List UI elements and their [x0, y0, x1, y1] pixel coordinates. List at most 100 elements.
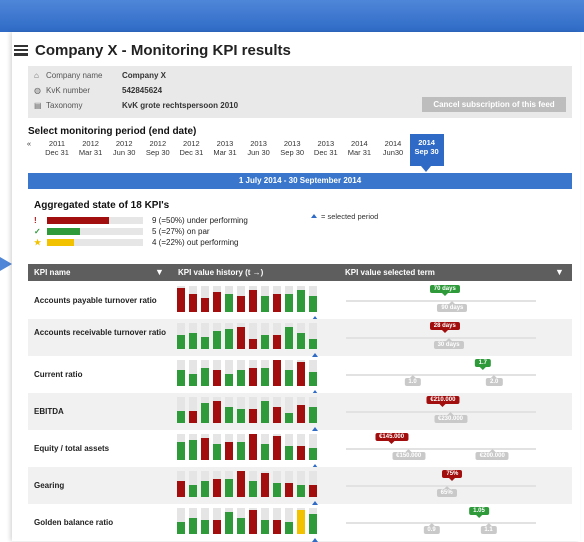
- aggregate-bar-fill: [47, 228, 81, 235]
- history-slot: [213, 471, 221, 497]
- triangle-icon: [311, 214, 317, 218]
- value-marker: €210.000: [426, 396, 460, 407]
- history-slot: [177, 471, 185, 497]
- period-date: Sep 30: [280, 148, 305, 157]
- gauge-track: [346, 448, 536, 450]
- history-column-header: KPI value history (t →): [178, 268, 264, 277]
- table-row[interactable]: Golden balance ratio 1.05 0.9 1.1: [28, 504, 572, 542]
- history-slot: [201, 360, 209, 386]
- gauge-track: [346, 522, 536, 524]
- history-bar: [213, 479, 221, 497]
- period-item[interactable]: 2012 Mar 31: [74, 139, 108, 157]
- period-item[interactable]: 2011 Dec 31: [40, 139, 74, 157]
- history-bar: [249, 481, 257, 497]
- history-bar: [189, 440, 197, 460]
- aggregate-label: 4 (=22%) out performing: [152, 238, 239, 247]
- kpi-history-chart: [177, 471, 320, 505]
- period-item[interactable]: 2012 Sep 30: [141, 139, 175, 157]
- target-marker: 30 days: [433, 338, 464, 349]
- period-item[interactable]: 2012 Dec 31: [174, 139, 208, 157]
- history-slot: [189, 434, 197, 460]
- history-bar: [201, 438, 209, 460]
- history-slot: [177, 360, 185, 386]
- period-item[interactable]: 2013 Jun 30: [242, 139, 276, 157]
- history-slot: [273, 360, 281, 386]
- history-bar: [249, 409, 257, 423]
- history-bar: [225, 407, 233, 423]
- page-title: Company X - Monitoring KPI results: [14, 42, 291, 59]
- history-bar: [309, 407, 317, 423]
- table-row[interactable]: Accounts receivable turnover ratio 28 day…: [28, 319, 572, 357]
- period-item[interactable]: 2012 Jun 30: [107, 139, 141, 157]
- period-year: 2011: [48, 139, 66, 148]
- side-pointer-arrow: [0, 257, 12, 271]
- sort-down-icon[interactable]: ▼: [155, 267, 164, 277]
- history-slot: [297, 286, 305, 312]
- table-row[interactable]: EBITDA €210.000 €230.000: [28, 393, 572, 431]
- period-year: 2012: [183, 139, 200, 148]
- history-slot: [237, 508, 245, 534]
- kpi-gauge: 1.7 1.0 2.0: [346, 356, 536, 393]
- period-year: 2012: [149, 139, 167, 148]
- kvk-number-row: ◍ KvK number 542845624: [34, 86, 163, 95]
- history-slot: [309, 397, 317, 423]
- table-row[interactable]: Equity / total assets €145.000 €150.000 €20…: [28, 430, 572, 468]
- history-slot: [225, 397, 233, 423]
- history-bar: [249, 368, 257, 386]
- period-item[interactable]: 2014 Mar 31: [342, 139, 376, 157]
- target-marker: 2.0: [486, 375, 503, 386]
- history-slot: [213, 508, 221, 534]
- value-marker: €145.000: [375, 433, 409, 444]
- history-slot: [189, 323, 197, 349]
- value-marker: 70 days: [429, 285, 460, 296]
- history-bar: [297, 510, 305, 534]
- target-marker: 65%: [436, 486, 457, 497]
- gauge-track: [346, 411, 536, 413]
- table-row[interactable]: Gearing 75% 65%: [28, 467, 572, 505]
- history-slot: [273, 434, 281, 460]
- kpi-table-header: KPI name ▼ KPI value history (t →) KPI v…: [28, 264, 572, 281]
- period-item[interactable]: 2013 Dec 31: [309, 139, 343, 157]
- history-slot: [297, 471, 305, 497]
- period-prev-button[interactable]: «: [24, 139, 34, 148]
- history-slot: [261, 323, 269, 349]
- kpi-history-chart: [177, 434, 320, 468]
- history-bar: [297, 333, 305, 349]
- history-bar: [273, 335, 281, 349]
- selected-period-marker: [312, 538, 318, 542]
- history-bar: [189, 518, 197, 534]
- kpi-name: Golden balance ratio: [34, 518, 114, 527]
- history-slot: [309, 360, 317, 386]
- dropdown-chevron-icon[interactable]: ▼: [555, 267, 564, 277]
- target-marker: 90 days: [437, 301, 468, 312]
- period-item[interactable]: 2013 Mar 31: [208, 139, 242, 157]
- period-item[interactable]: 2014 Jun30: [376, 139, 410, 157]
- history-slot: [249, 434, 257, 460]
- history-slot: [297, 323, 305, 349]
- aggregate-label: 9 (=50%) under performing: [152, 216, 248, 225]
- history-bar: [225, 479, 233, 497]
- history-slot: [297, 434, 305, 460]
- kpi-name: Gearing: [34, 481, 65, 490]
- history-bar: [201, 520, 209, 534]
- value-marker: 1.7: [474, 359, 491, 370]
- period-item[interactable]: 2014 Sep 30: [409, 134, 444, 166]
- history-slot: [201, 434, 209, 460]
- period-date: Dec 31: [45, 148, 69, 157]
- history-bar: [261, 335, 269, 349]
- table-row[interactable]: Accounts payable turnover ratio 70 days 90…: [28, 282, 572, 320]
- globe-icon: ◍: [34, 86, 41, 95]
- kpi-name-column-header[interactable]: KPI name: [34, 268, 70, 277]
- period-date: Sep 30: [145, 148, 170, 157]
- period-item[interactable]: 2013 Sep 30: [275, 139, 309, 157]
- history-slot: [249, 286, 257, 312]
- history-bar: [273, 520, 281, 534]
- period-date: Sep 30: [414, 147, 439, 156]
- company-info-box: ⌂ Company name Company X ◍ KvK number 54…: [28, 66, 572, 118]
- history-bar: [177, 370, 185, 386]
- table-row[interactable]: Current ratio 1.7 1.0 2.0: [28, 356, 572, 394]
- period-date: Jun 30: [247, 148, 270, 157]
- gauge-track: [346, 485, 536, 487]
- cancel-subscription-button[interactable]: Cancel subscription of this feed: [422, 97, 566, 112]
- history-bar: [225, 442, 233, 460]
